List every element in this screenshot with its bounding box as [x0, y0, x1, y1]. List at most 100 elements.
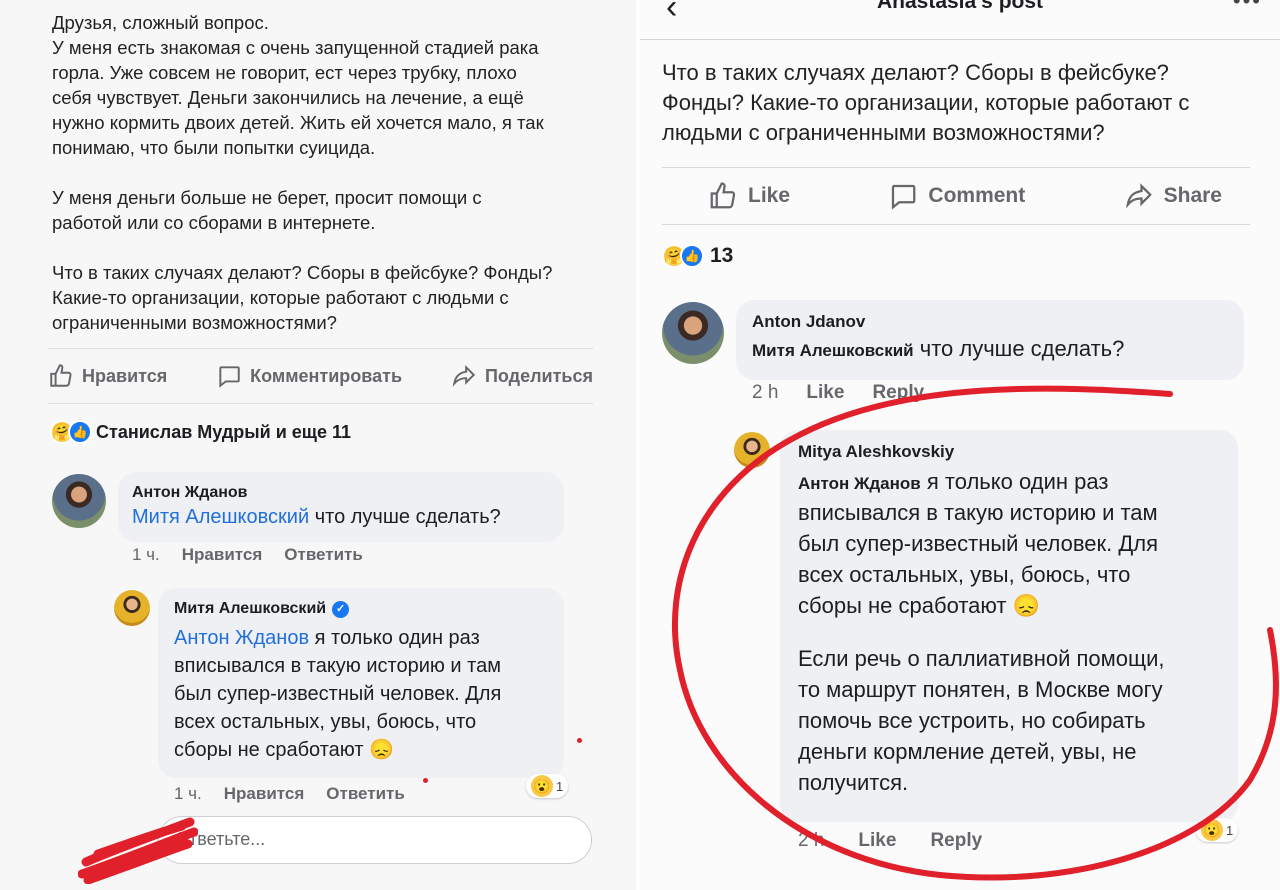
comment-body: что лучше сделать?: [309, 506, 501, 528]
reply-author[interactable]: Mitya Aleshkovskiy: [798, 440, 1220, 464]
reply-like-link[interactable]: Нравится: [224, 784, 305, 804]
wow-reaction-chip[interactable]: 😮 1: [1196, 818, 1239, 842]
avatar[interactable]: [52, 474, 106, 528]
comment-bubble: Антон Жданов Митя Алешковский что лучше …: [118, 472, 564, 542]
reply-line: я только один раз: [920, 469, 1109, 494]
avatar[interactable]: [734, 432, 770, 468]
reply-bubble: Митя Алешковский ✓ Антон Жданов я только…: [158, 588, 564, 778]
reply-line: вписывался в такую историю и там: [174, 655, 501, 677]
post-line: Фонды? Какие-то организации, которые раб…: [662, 90, 1190, 115]
comment-bubble: Anton Jdanov Митя Алешковский что лучше …: [736, 300, 1244, 380]
like-button[interactable]: Like: [708, 181, 790, 211]
comment-body: что лучше сделать?: [913, 336, 1125, 361]
comment-like-link[interactable]: Like: [806, 382, 844, 404]
annotation-dot: [577, 738, 582, 743]
reply-input[interactable]: Ответьте...: [158, 816, 592, 864]
reply-reply-link[interactable]: Reply: [930, 830, 982, 852]
comment-button[interactable]: Комментировать: [216, 363, 402, 389]
reply-line: то маршрут понятен, в Москве могу: [798, 677, 1163, 702]
comment-button[interactable]: Comment: [888, 181, 1025, 211]
reactions-count: 13: [710, 244, 734, 267]
reply-line: я только один раз: [309, 627, 480, 649]
comment-label: Comment: [928, 184, 1026, 207]
like-label: Нравится: [82, 365, 168, 386]
post-line: работой или со сборами в интернете.: [52, 212, 376, 233]
reply-line: был супер-известный человек. Для: [174, 683, 502, 705]
right-post-text: Что в таких случаях делают? Сборы в фейс…: [662, 58, 1252, 148]
like-reaction-icon: 👍: [68, 420, 92, 444]
reply-paragraph-2: Если речь о паллиативной помощи, то марш…: [798, 643, 1220, 798]
reply-line: сборы не сработают 😞: [798, 593, 1040, 618]
post-line: нужно кормить двоих детей. Жить ей хочет…: [52, 112, 544, 133]
avatar[interactable]: [662, 302, 724, 364]
post-paragraph-2: У меня деньги больше не берет, просит по…: [52, 185, 612, 235]
comment-meta: 1 ч. Нравится Ответить: [132, 545, 363, 565]
comment-like-link[interactable]: Нравится: [182, 545, 263, 565]
right-reactions-summary[interactable]: 🤗 👍 13: [662, 244, 733, 268]
comment-reply-link[interactable]: Ответить: [284, 545, 363, 565]
post-line: понимаю, что были попытки суицида.: [52, 137, 376, 158]
comment-icon: [219, 366, 240, 388]
comment-reply-link[interactable]: Reply: [872, 382, 924, 404]
wow-reaction-chip[interactable]: 😮 1: [526, 774, 569, 798]
mention-link[interactable]: Антон Жданов: [174, 627, 309, 649]
reply-line: был супер-известный человек. Для: [798, 531, 1159, 556]
like-reaction-icon: 👍: [680, 244, 704, 268]
page-title: Anastasia's post: [876, 0, 1044, 13]
comment-icon: [892, 184, 916, 210]
share-label: Поделиться: [484, 365, 593, 386]
reply-author-row: Митя Алешковский ✓: [174, 598, 548, 620]
comment-author[interactable]: Anton Jdanov: [752, 312, 1228, 332]
reply-line: Если речь о паллиативной помощи,: [798, 646, 1165, 671]
mention-link[interactable]: Митя Алешковский: [132, 506, 309, 528]
comment-text: Митя Алешковский что лучше сделать?: [132, 506, 550, 529]
post-paragraph-1: Друзья, сложный вопрос. У меня есть знак…: [52, 10, 612, 160]
share-button[interactable]: Share: [1124, 181, 1222, 211]
post-paragraph-3: Что в таких случаях делают? Сборы в фейс…: [52, 260, 612, 335]
reaction-count: 1: [556, 778, 564, 794]
left-reactions-summary[interactable]: 🤗 👍 Станислав Мудрый и еще 11: [50, 420, 351, 444]
share-button[interactable]: Поделиться: [451, 363, 593, 389]
post-line: ограниченными возможностями?: [52, 312, 337, 333]
reply-reply-link[interactable]: Ответить: [326, 784, 405, 804]
reply-line: сборы не сработают 😞: [174, 739, 394, 761]
post-line: горла. Уже совсем не говорит, ест через …: [52, 62, 517, 83]
reply-line: помочь все устроить, но собирать: [798, 708, 1146, 733]
like-label: Like: [748, 184, 791, 207]
mention-link[interactable]: Антон Жданов: [798, 474, 921, 493]
post-line: Друзья, сложный вопрос.: [52, 12, 269, 33]
reply-meta: 1 ч. Нравится Ответить: [174, 784, 405, 804]
reply-time: 2 h: [798, 830, 825, 851]
thumbs-up-icon: [50, 364, 72, 387]
reply-line: деньги кормление детей, увы, не: [798, 739, 1137, 764]
comment-label: Комментировать: [250, 365, 403, 386]
mention-link[interactable]: Митя Алешковский: [752, 341, 914, 360]
comment-meta: 2 h Like Reply: [752, 382, 924, 404]
like-button[interactable]: Нравится: [48, 363, 167, 389]
post-line: Что в таких случаях делают? Сборы в фейс…: [52, 262, 553, 283]
post-line: Какие-то организации, которые работают с…: [52, 287, 509, 308]
avatar[interactable]: [114, 590, 150, 626]
share-icon: [1125, 183, 1152, 209]
left-post-action-bar: Нравится Комментировать Поделиться: [48, 348, 593, 404]
reply-author[interactable]: Митя Алешковский: [174, 598, 326, 620]
share-label: Share: [1163, 184, 1222, 207]
left-post-text: Друзья, сложный вопрос. У меня есть знак…: [52, 10, 612, 360]
reply-line: получится.: [798, 770, 909, 795]
reply-line: всех остальных, увы, боюсь, что: [174, 711, 477, 733]
thumbs-up-icon: [710, 182, 736, 209]
comment-author[interactable]: Антон Жданов: [132, 484, 550, 502]
reply-like-link[interactable]: Like: [858, 830, 896, 852]
reply-meta: 2 h Like Reply: [798, 830, 982, 852]
reply-time: 1 ч.: [174, 784, 202, 803]
wow-reaction-icon: 😮: [1201, 819, 1223, 841]
comment-time: 2 h: [752, 382, 779, 403]
annotation-dot: [423, 778, 428, 783]
verified-badge-icon: ✓: [332, 600, 350, 618]
right-post-action-bar: Like Comment Share: [662, 167, 1250, 225]
more-options-icon[interactable]: •••: [1233, 0, 1262, 14]
share-icon: [452, 364, 476, 387]
post-header: ‹ Anastasia's post •••: [640, 0, 1280, 40]
reply-bubble: Mitya Aleshkovskiy Антон Жданов я только…: [780, 430, 1238, 822]
reply-line: вписывался в такую историю и там: [798, 500, 1158, 525]
